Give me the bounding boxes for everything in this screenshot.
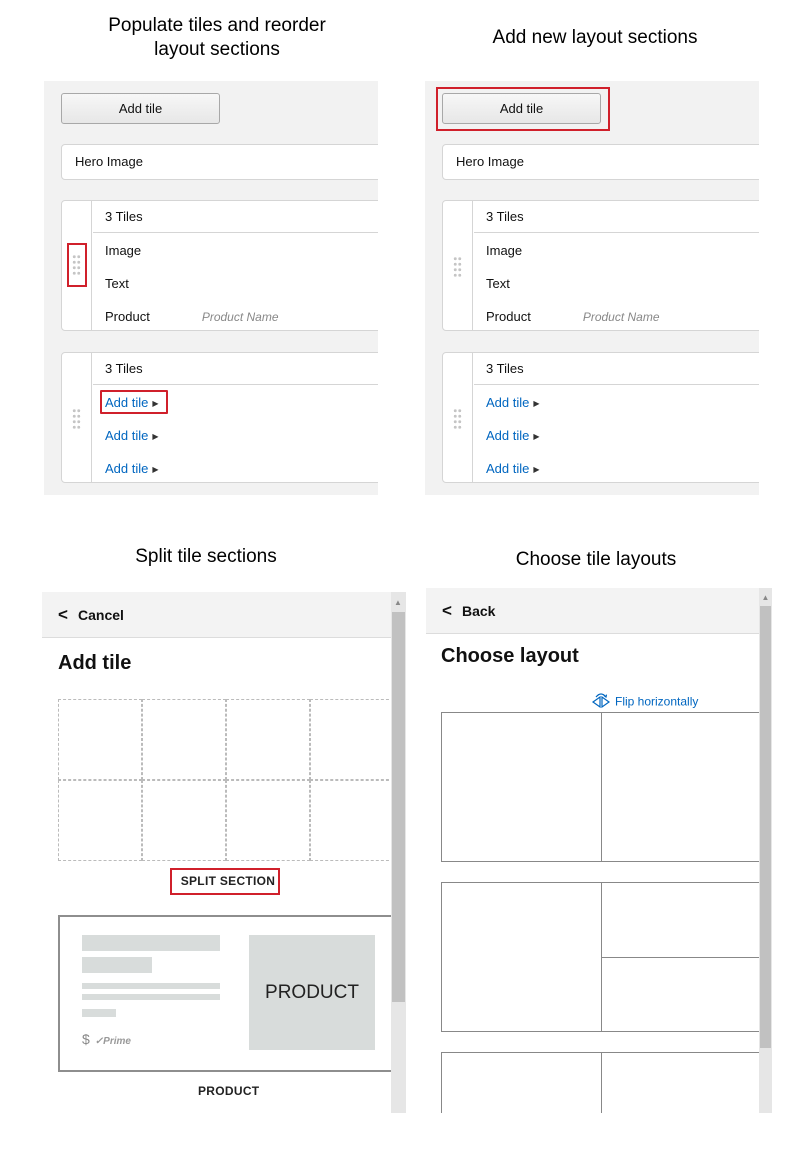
choose-layout-panel: < Back Choose layout Flip horizontally ▲ <box>426 588 772 1113</box>
add-tile-panel: < Cancel Add tile SPLIT SECTION $ ✓Prime … <box>42 592 406 1113</box>
product-image-placeholder: PRODUCT <box>249 935 375 1050</box>
tile-row-label: Product <box>486 309 531 324</box>
caption-add-sections: Add new layout sections <box>492 27 698 48</box>
section-title: 3 Tiles <box>474 353 759 385</box>
placeholder-line <box>82 994 220 1000</box>
add-tile-button[interactable]: Add tile <box>61 93 220 124</box>
caption-populate-tiles: Populate tiles and reorder layout sectio… <box>108 15 326 60</box>
hero-image-section[interactable]: Hero Image <box>442 144 759 180</box>
placeholder-line <box>82 935 220 951</box>
product-option-label[interactable]: PRODUCT <box>198 1084 259 1098</box>
add-tile-link-label: Add tile <box>105 428 149 443</box>
split-cell <box>310 780 394 861</box>
placeholder-line <box>82 983 220 989</box>
hero-image-section[interactable]: Hero Image <box>61 144 378 180</box>
tiles-section[interactable]: 3 Tiles Image Text Product Product Name <box>61 200 378 331</box>
split-cell <box>142 780 226 861</box>
caret-right-icon: ▶ <box>533 399 540 408</box>
split-cell <box>226 780 310 861</box>
chevron-left-icon: < <box>442 601 452 620</box>
chevron-left-icon: < <box>58 605 68 624</box>
drag-handle-icon[interactable] <box>453 408 462 430</box>
scroll-up-icon[interactable]: ▲ <box>391 598 405 607</box>
tiles-section[interactable]: 3 Tiles Image Text Product Product Name <box>442 200 759 331</box>
caption-choose-layouts: Choose tile layouts <box>515 549 677 570</box>
placeholder-line <box>82 1009 116 1017</box>
product-tile-option[interactable]: $ ✓Prime PRODUCT <box>58 915 398 1072</box>
tile-row-label: Product <box>105 309 150 324</box>
scroll-up-icon[interactable]: ▲ <box>759 593 772 602</box>
layout-divider <box>601 1053 602 1113</box>
caption-split-sections: Split tile sections <box>135 546 277 567</box>
caret-right-icon: ▶ <box>152 465 159 474</box>
back-label: Back <box>462 603 496 619</box>
product-name-placeholder: Product Name <box>582 310 660 324</box>
flip-label: Flip horizontally <box>615 694 699 709</box>
tile-row-product[interactable]: Product Product Name <box>486 309 660 325</box>
panel-title: Add tile <box>58 652 132 674</box>
tile-row-product[interactable]: Product Product Name <box>105 309 279 325</box>
price-row: $ ✓Prime <box>82 1031 131 1047</box>
split-cell <box>310 699 394 780</box>
drag-handle-icon[interactable] <box>72 408 81 430</box>
placeholder-line <box>82 957 152 973</box>
editor-panel-right: Add tile Hero Image 3 Tiles Image Text P… <box>425 81 759 495</box>
tile-row-image[interactable]: Image <box>105 243 141 259</box>
tile-row-image[interactable]: Image <box>486 243 522 259</box>
layout-option-two-column[interactable] <box>441 712 761 862</box>
split-cell <box>58 699 142 780</box>
tile-row-text[interactable]: Text <box>486 276 510 292</box>
cancel-button[interactable]: < Cancel <box>42 592 406 638</box>
dollar-icon: $ <box>82 1031 90 1047</box>
layout-divider <box>601 957 760 958</box>
caret-right-icon: ▶ <box>533 432 540 441</box>
prime-badge: ✓Prime <box>94 1036 131 1047</box>
add-tile-link[interactable]: Add tile ▶ <box>105 461 159 479</box>
split-section-option[interactable] <box>58 699 398 861</box>
drag-handle-highlight <box>67 243 87 287</box>
add-tile-link-label: Add tile <box>105 461 149 476</box>
product-name-placeholder: Product Name <box>201 310 279 324</box>
add-tile-link-label: Add tile <box>486 461 530 476</box>
layout-divider <box>601 713 602 861</box>
add-tile-link-label: Add tile <box>486 428 530 443</box>
add-tile-button-highlight <box>436 87 610 131</box>
layout-option-one-plus-two[interactable] <box>441 882 761 1032</box>
split-section-highlight <box>170 868 280 895</box>
tiles-section[interactable]: 3 Tiles Add tile ▶ Add tile ▶ Add tile ▶ <box>442 352 759 483</box>
scrollbar-thumb[interactable] <box>392 612 405 1002</box>
add-tile-link-label: Add tile <box>486 395 530 410</box>
editor-panel-left: Add tile Hero Image 3 Tiles Image Text P… <box>44 81 378 495</box>
back-button[interactable]: < Back <box>426 588 772 634</box>
section-title: 3 Tiles <box>93 353 378 385</box>
split-cell <box>142 699 226 780</box>
split-cell <box>58 780 142 861</box>
add-tile-link[interactable]: Add tile ▶ <box>486 428 540 446</box>
section-title: 3 Tiles <box>93 201 378 233</box>
add-tile-link[interactable]: Add tile ▶ <box>105 428 159 446</box>
flip-icon <box>591 692 611 713</box>
add-tile-link-highlight <box>100 390 168 414</box>
scrollbar-thumb[interactable] <box>760 606 771 1048</box>
caret-right-icon: ▶ <box>533 465 540 474</box>
flip-horizontally-link[interactable]: Flip horizontally <box>591 692 698 713</box>
drag-handle-icon[interactable] <box>453 256 462 278</box>
tiles-section[interactable]: 3 Tiles Add tile ▶ Add tile ▶ Add tile ▶ <box>61 352 378 483</box>
cancel-label: Cancel <box>78 607 124 623</box>
add-tile-link[interactable]: Add tile ▶ <box>486 461 540 479</box>
panel-title: Choose layout <box>441 645 579 667</box>
add-tile-link[interactable]: Add tile ▶ <box>486 395 540 413</box>
split-cell <box>226 699 310 780</box>
caret-right-icon: ▶ <box>152 432 159 441</box>
layout-option[interactable] <box>441 1052 761 1113</box>
tile-row-text[interactable]: Text <box>105 276 129 292</box>
section-title: 3 Tiles <box>474 201 759 233</box>
